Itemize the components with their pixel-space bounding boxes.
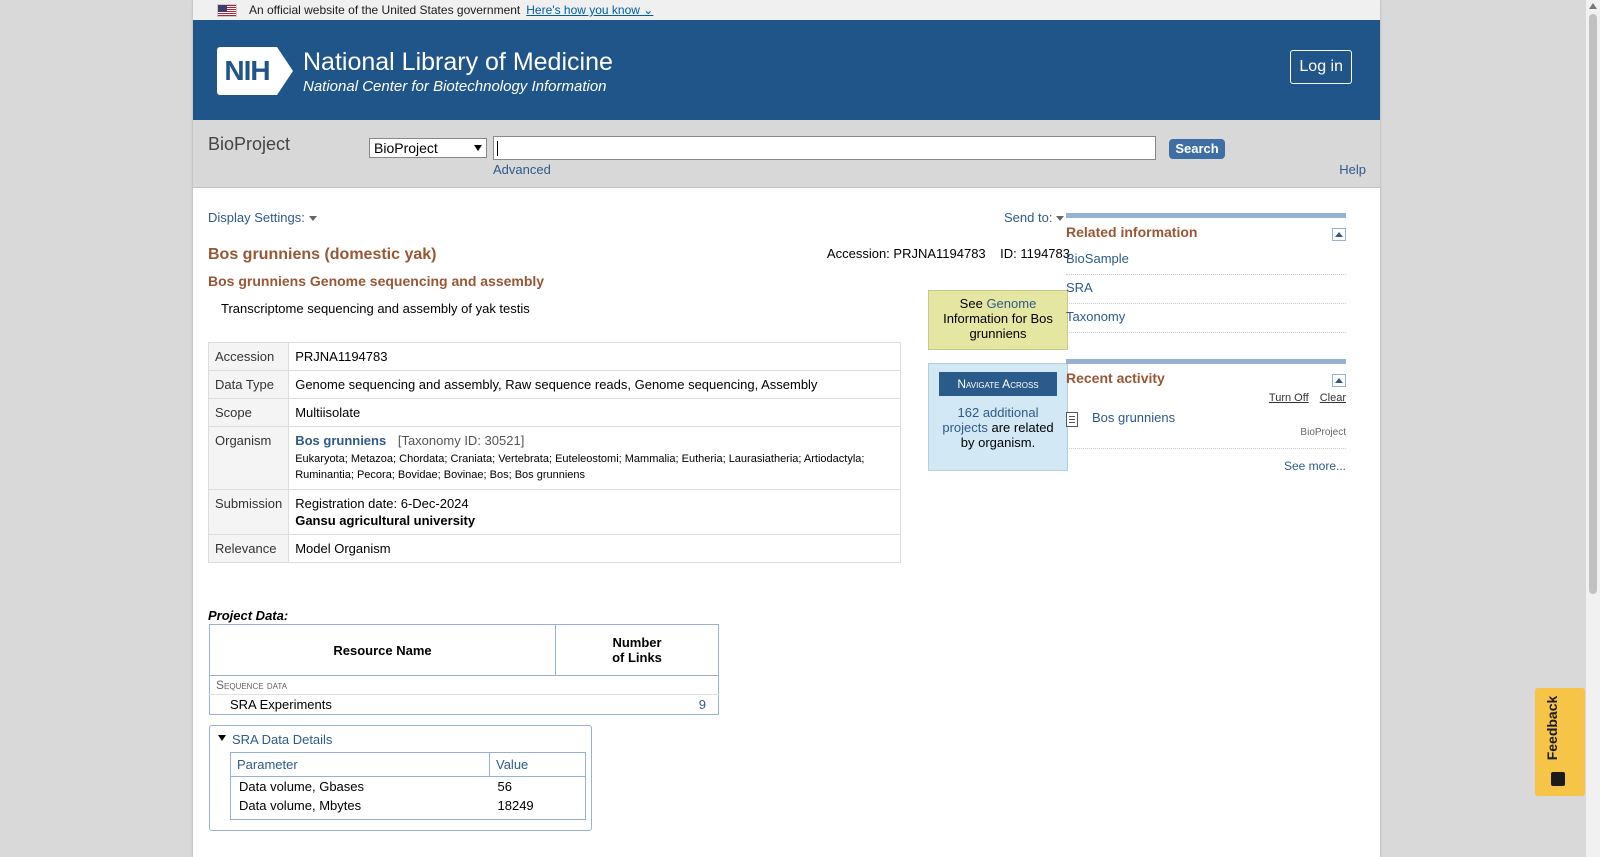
table-row: Relevance Model Organism xyxy=(207,534,901,563)
accession-id-line: Accession: PRJNA1194783 ID: 1194783 xyxy=(826,246,1070,261)
record-subtitle: Bos grunniens Genome sequencing and asse… xyxy=(208,273,545,289)
clear-link[interactable]: Clear xyxy=(1320,392,1346,404)
nih-header: NIH National Library of Medicine Nationa… xyxy=(193,20,1380,120)
right-sidebar: Related information BioSample SRA Taxono… xyxy=(1066,213,1346,473)
sra-experiments-label: SRA Experiments xyxy=(209,694,556,715)
scroll-thumb xyxy=(1589,14,1597,594)
sra-details-toggle[interactable]: SRA Data Details xyxy=(218,732,591,747)
feedback-button[interactable]: Feedback xyxy=(1535,688,1585,796)
nih-logo-icon: NIH xyxy=(217,47,293,95)
sra-data-details: SRA Data Details Parameter Value Data vo… xyxy=(209,725,592,831)
recent-activity-section: Recent activity Turn Off Clear Bos grunn… xyxy=(1066,359,1346,473)
table-row: Data Type Genome sequencing and assembly… xyxy=(207,370,901,399)
sra-experiments-count-link[interactable]: 9 xyxy=(699,697,706,712)
table-row: Accession PRJNA1194783 xyxy=(207,342,901,371)
record-title: Bos grunniens (domestic yak) xyxy=(208,246,437,263)
send-to-menu[interactable]: Send to: xyxy=(1004,210,1065,225)
how-you-know-link[interactable]: Here's how you know ⌄ xyxy=(526,3,653,17)
recent-item-db: BioProject xyxy=(1300,427,1346,438)
record-description: Transcriptome sequencing and assembly of… xyxy=(221,301,530,316)
table-row: Data volume, Gbases 56 xyxy=(239,779,512,794)
collapse-triangle-icon xyxy=(218,735,226,741)
database-title: BioProject xyxy=(208,134,291,154)
database-select[interactable]: BioProject xyxy=(369,138,487,158)
table-row: Submission Registration date: 6-Dec-2024… xyxy=(207,489,901,535)
turn-off-link[interactable]: Turn Off xyxy=(1269,392,1309,404)
login-button[interactable]: Log in xyxy=(1290,50,1352,84)
submitter-org: Gansu agricultural university xyxy=(295,513,476,528)
scroll-up-icon xyxy=(1589,3,1597,9)
dropdown-arrow-icon xyxy=(1056,216,1065,222)
search-bar: BioProject BioProject Search Advanced He… xyxy=(193,120,1380,188)
genome-info-box: See Genome Information for Bos grunniens xyxy=(928,290,1068,350)
related-information-section: Related information BioSample SRA Taxono… xyxy=(1066,213,1346,333)
help-link[interactable]: Help xyxy=(1339,162,1366,177)
taxonomy-link[interactable]: Taxonomy xyxy=(1066,309,1125,324)
project-info-table: Accession PRJNA1194783 Data Type Genome … xyxy=(207,342,901,563)
list-item: Taxonomy xyxy=(1066,304,1346,333)
project-data-table: Resource Name Number of Links Sequence da… xyxy=(209,624,719,715)
recent-activity-title: Recent activity xyxy=(1066,370,1165,386)
value-header: Value xyxy=(489,752,586,777)
us-flag-icon xyxy=(217,3,237,17)
list-item: SRA xyxy=(1066,275,1346,304)
feedback-icon xyxy=(1551,772,1565,786)
collapse-icon[interactable] xyxy=(1332,228,1346,241)
sequence-data-category: Sequence data xyxy=(209,675,719,695)
search-input[interactable] xyxy=(493,136,1156,160)
gov-banner: An official website of the United States… xyxy=(193,0,1380,20)
collapse-icon[interactable] xyxy=(1332,374,1346,387)
table-row: Data volume, Mbytes 18249 xyxy=(239,798,534,813)
taxonomy-id: [Taxonomy ID: 30521] xyxy=(397,433,525,448)
nlm-title: National Library of Medicine xyxy=(303,47,613,76)
display-settings-menu[interactable]: Display Settings: xyxy=(208,210,317,225)
parameter-header: Parameter xyxy=(230,752,490,777)
recent-item-link[interactable]: Bos grunniens xyxy=(1092,410,1175,425)
table-row: SRA Experiments 9 xyxy=(209,694,719,715)
document-icon xyxy=(1066,412,1078,427)
sra-details-table: Parameter Value Data volume, Gbases 56 D… xyxy=(230,752,586,820)
resource-name-header: Resource Name xyxy=(209,624,556,676)
organism-link[interactable]: Bos grunniens xyxy=(295,433,386,448)
dropdown-arrow-icon xyxy=(308,216,317,222)
ncbi-subtitle: National Center for Biotechnology Inform… xyxy=(303,77,607,95)
list-item: Bos grunniens BioProject xyxy=(1066,410,1346,449)
genome-link[interactable]: Genome xyxy=(986,296,1036,311)
project-data-label: Project Data: xyxy=(208,608,289,623)
page-scrollbar[interactable] xyxy=(1586,0,1600,857)
chevron-down-icon xyxy=(474,145,482,151)
biosample-link[interactable]: BioSample xyxy=(1066,251,1129,266)
registration-date: Registration date: 6-Dec-2024 xyxy=(295,496,469,511)
page: An official website of the United States… xyxy=(193,0,1380,857)
navigate-across-header: Navigate Across xyxy=(939,372,1057,396)
navigate-across-box: Navigate Across 162 additional projects … xyxy=(928,363,1068,471)
see-more-link[interactable]: See more... xyxy=(1284,459,1346,473)
links-count-header: Number of Links xyxy=(555,624,719,676)
table-row: Organism Bos grunniens [Taxonomy ID: 305… xyxy=(207,426,901,490)
related-information-title: Related information xyxy=(1066,224,1198,240)
list-item: BioSample xyxy=(1066,246,1346,275)
sra-link[interactable]: SRA xyxy=(1066,280,1093,295)
nlm-logo[interactable]: NIH National Library of Medicine Nationa… xyxy=(217,47,613,95)
organism-lineage: Eukaryota; Metazoa; Chordata; Craniata; … xyxy=(295,453,865,481)
table-row: Scope Multiisolate xyxy=(207,398,901,427)
advanced-search-link[interactable]: Advanced xyxy=(493,162,551,177)
gov-banner-text: An official website of the United States… xyxy=(249,3,521,17)
search-button[interactable]: Search xyxy=(1169,139,1225,159)
